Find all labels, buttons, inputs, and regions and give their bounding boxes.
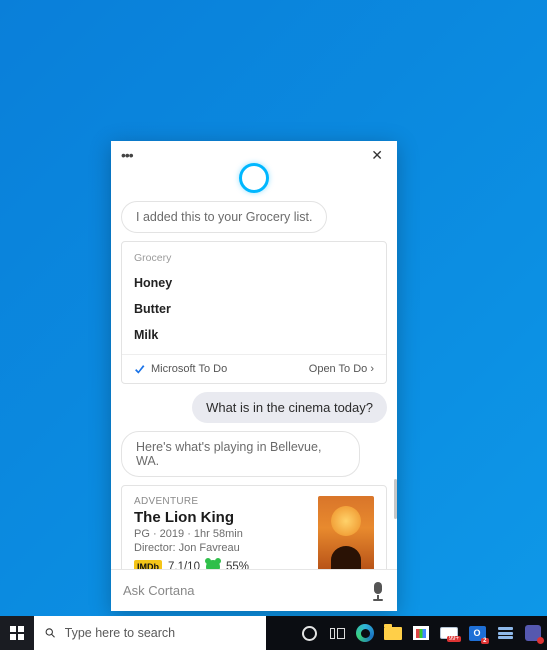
search-icon <box>44 626 57 640</box>
card-footer: Microsoft To Do Open To Do › <box>122 354 386 383</box>
card-app-source: Microsoft To Do <box>134 363 227 375</box>
app-name-label: Microsoft To Do <box>151 363 227 375</box>
movie-category: ADVENTURE <box>134 496 308 507</box>
task-view-button[interactable] <box>323 616 351 650</box>
user-message: What is in the cinema today? <box>192 392 387 423</box>
rotten-tomatoes-icon <box>206 560 220 569</box>
movie-ratings: IMDb 7.1/10 55% <box>134 560 308 569</box>
store-button[interactable] <box>407 616 435 650</box>
list-item: Butter <box>134 296 374 322</box>
teams-icon <box>525 625 541 641</box>
folder-icon <box>384 627 402 640</box>
taskbar-search-input[interactable] <box>65 626 256 640</box>
start-button[interactable] <box>0 616 34 650</box>
imdb-score: 7.1/10 <box>168 561 200 569</box>
cortana-window: ••• ✕ I added this to your Grocery list.… <box>111 141 397 611</box>
chat-area: I added this to your Grocery list. Groce… <box>111 201 397 569</box>
edge-icon <box>356 624 374 642</box>
task-view-icon <box>330 628 345 639</box>
file-explorer-button[interactable] <box>379 616 407 650</box>
store-icon <box>413 626 429 640</box>
taskbar: O <box>0 616 547 650</box>
movie-poster <box>318 496 374 569</box>
teams-button[interactable] <box>519 616 547 650</box>
edge-button[interactable] <box>351 616 379 650</box>
mail-button[interactable] <box>435 616 463 650</box>
movie-meta: PG · 2019 · 1hr 58min <box>134 528 308 540</box>
checkmark-icon <box>134 364 145 375</box>
ask-cortana-input[interactable] <box>123 583 363 598</box>
bot-message: Here's what's playing in Bellevue, WA. <box>121 431 360 477</box>
menu-button[interactable]: ••• <box>121 147 133 163</box>
stack-button[interactable] <box>491 616 519 650</box>
taskbar-icons: O <box>295 616 547 650</box>
list-item: Honey <box>134 270 374 296</box>
imdb-badge-icon: IMDb <box>134 560 162 569</box>
movie-director: Director: Jon Favreau <box>134 542 308 554</box>
stack-icon <box>498 627 513 639</box>
card-label: Grocery <box>134 252 374 264</box>
cortana-circle-icon <box>302 626 317 641</box>
taskbar-search[interactable] <box>34 616 266 650</box>
movie-info: ADVENTURE The Lion King PG · 2019 · 1hr … <box>134 496 308 569</box>
input-row <box>111 569 397 611</box>
windows-logo-icon <box>10 626 24 640</box>
open-todo-link[interactable]: Open To Do › <box>309 363 374 375</box>
movie-title: The Lion King <box>134 509 308 526</box>
rt-score: 55% <box>226 561 249 569</box>
microphone-button[interactable] <box>371 582 385 600</box>
cortana-taskbar-button[interactable] <box>295 616 323 650</box>
mail-icon <box>440 627 458 639</box>
scrollbar[interactable] <box>394 479 397 519</box>
movie-card[interactable]: ADVENTURE The Lion King PG · 2019 · 1hr … <box>121 485 387 569</box>
list-item: Milk <box>134 322 374 348</box>
cortana-ring-icon <box>239 163 269 193</box>
cortana-logo-area <box>111 163 397 193</box>
grocery-card[interactable]: Grocery Honey Butter Milk Microsoft To D… <box>121 241 387 384</box>
outlook-icon: O <box>469 626 486 641</box>
bot-message: I added this to your Grocery list. <box>121 201 327 233</box>
outlook-button[interactable]: O <box>463 616 491 650</box>
